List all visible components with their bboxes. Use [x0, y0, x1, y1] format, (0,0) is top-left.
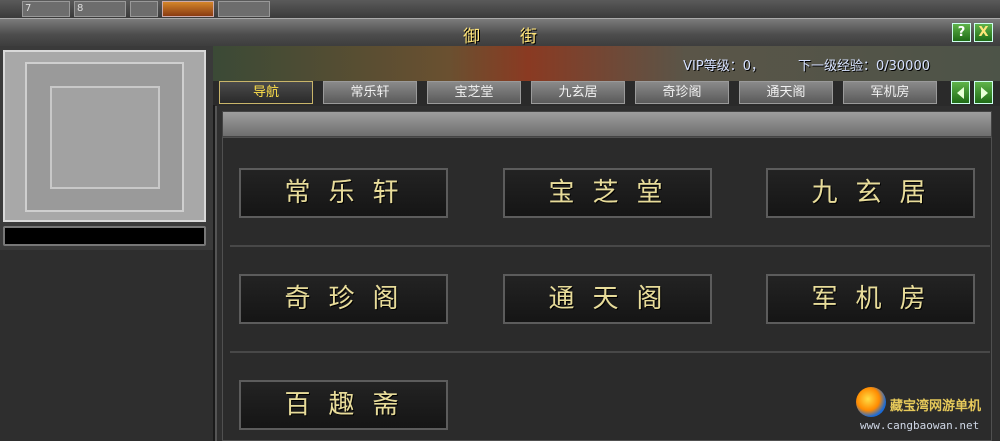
- watermark-name: 藏宝湾网游单机: [890, 399, 982, 414]
- help-button[interactable]: ?: [952, 23, 971, 42]
- window-title: 御街: [463, 27, 577, 47]
- hotbar-slot[interactable]: 7: [22, 1, 70, 17]
- tab-jiuxuanju[interactable]: 九玄居: [531, 81, 625, 104]
- next-level-exp: 下一级经验：0/30000: [797, 59, 930, 74]
- watermark-url: www.cangbaowan.net: [860, 419, 980, 432]
- portrait-frame: [3, 50, 206, 222]
- tab-prev-button[interactable]: [951, 81, 970, 104]
- vip-info: VIP等级：0， 下一级经验：0/30000: [683, 55, 930, 74]
- watermark-logo-icon: [856, 387, 886, 417]
- vip-level: VIP等级：0，: [683, 59, 764, 74]
- row-divider: [230, 245, 990, 247]
- character-name-bar: [3, 226, 206, 246]
- row-divider: [230, 351, 990, 353]
- shop-button-tongtiange[interactable]: 通天阁: [503, 274, 712, 324]
- portrait-image: [50, 86, 160, 189]
- tab-baozhitang[interactable]: 宝芝堂: [427, 81, 521, 104]
- hotbar-slot[interactable]: [130, 1, 158, 17]
- hotbar: 7 8: [0, 0, 1000, 19]
- hotbar-slot[interactable]: [218, 1, 270, 17]
- shop-button-qizhenge[interactable]: 奇珍阁: [239, 274, 448, 324]
- hotbar-slot-label: 8: [77, 3, 84, 14]
- tab-bar: 导航 常乐轩 宝芝堂 九玄居 奇珍阁 通天阁 军机房: [213, 81, 1000, 105]
- window-titlebar[interactable]: 御街 ? X: [0, 18, 1000, 48]
- hotbar-slot[interactable]: 8: [74, 1, 126, 17]
- hotbar-slot-label: 7: [25, 3, 32, 14]
- tab-navigation[interactable]: 导航: [219, 81, 313, 104]
- left-panel-body: [0, 250, 213, 441]
- shop-button-changlexuan[interactable]: 常乐轩: [239, 168, 448, 218]
- content-header-bar: [222, 111, 992, 137]
- shop-button-junjifang[interactable]: 军机房: [766, 274, 975, 324]
- hotbar-item-icon[interactable]: [162, 1, 214, 17]
- tab-tongtiange[interactable]: 通天阁: [739, 81, 833, 104]
- shop-button-jiuxuanju[interactable]: 九玄居: [766, 168, 975, 218]
- close-icon: X: [978, 25, 989, 40]
- tab-qizhenge[interactable]: 奇珍阁: [635, 81, 729, 104]
- chevron-left-icon: [957, 87, 964, 99]
- tab-changlexuan[interactable]: 常乐轩: [323, 81, 417, 104]
- left-panel: [0, 46, 215, 441]
- portrait-border: [25, 62, 184, 212]
- shop-button-baozhitang[interactable]: 宝芝堂: [503, 168, 712, 218]
- help-icon: ?: [957, 25, 966, 40]
- chevron-right-icon: [981, 87, 988, 99]
- tab-next-button[interactable]: [974, 81, 993, 104]
- tab-junjifang[interactable]: 军机房: [843, 81, 937, 104]
- close-button[interactable]: X: [974, 23, 993, 42]
- shop-button-baiquzhai[interactable]: 百趣斋: [239, 380, 448, 430]
- watermark: 藏宝湾网游单机 www.cangbaowan.net: [856, 385, 1000, 441]
